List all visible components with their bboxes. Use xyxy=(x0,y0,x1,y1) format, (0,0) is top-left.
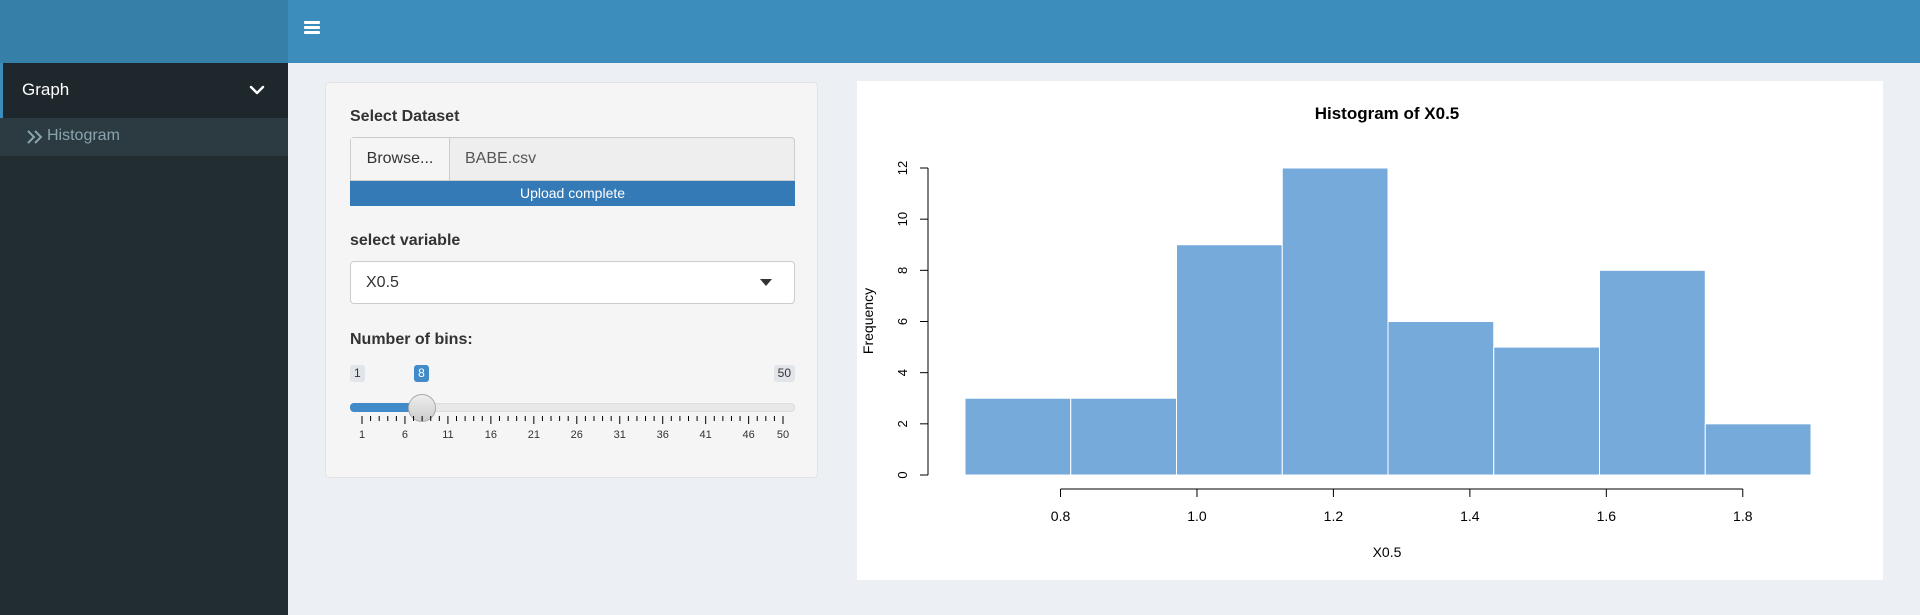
histogram-bar xyxy=(1599,269,1706,476)
dataset-label: Select Dataset xyxy=(350,108,460,125)
y-tick-label: 2 xyxy=(895,420,910,427)
histogram-chart: Histogram of X0.5 0 2 4 6 8 10 12 Frequency 0.8 1.… xyxy=(860,104,1812,560)
y-tick-label: 8 xyxy=(895,267,910,274)
slider-tick-label: 36 xyxy=(657,429,669,441)
sidebar-item-label: Histogram xyxy=(47,127,120,144)
slider-tick-label: 16 xyxy=(485,429,497,441)
slider-min-label: 1 xyxy=(350,365,365,382)
browse-button[interactable]: Browse... xyxy=(351,138,450,180)
sidebar-toggle-icon[interactable] xyxy=(304,21,324,41)
bins-label: Number of bins: xyxy=(350,331,473,348)
slider-tick-label: 46 xyxy=(743,429,755,441)
file-input: Browse... BABE.csv xyxy=(350,137,795,181)
histogram-bar xyxy=(1070,397,1177,476)
slider-tick-label: 6 xyxy=(402,429,408,441)
slider-tick-label: 41 xyxy=(700,429,712,441)
double-angle-right-icon xyxy=(27,130,43,144)
bins-slider[interactable]: 1 8 50 1 6 11 16 21 26 31 36 41 46 50 xyxy=(350,358,795,441)
sidebar-item-graph[interactable]: Graph xyxy=(0,63,288,118)
variable-select-value: X0.5 xyxy=(366,274,399,291)
caret-down-icon xyxy=(760,279,772,286)
slider-tick-label: 50 xyxy=(777,429,789,441)
x-tick-label: 0.8 xyxy=(1051,508,1071,524)
y-tick-label: 0 xyxy=(895,471,910,478)
logo-area xyxy=(0,0,288,63)
y-tick-label: 6 xyxy=(895,318,910,325)
histogram-bar xyxy=(1387,321,1495,476)
slider-ticks: 1 6 11 16 21 26 31 36 41 46 50 xyxy=(359,416,789,441)
input-panel: Select Dataset Browse... BABE.csv Upload… xyxy=(325,82,818,478)
chevron-down-icon xyxy=(249,85,265,95)
slider-tick-label: 26 xyxy=(571,429,583,441)
histogram-bar xyxy=(1281,167,1389,476)
y-tick-label: 12 xyxy=(895,161,910,175)
histogram-bar xyxy=(1176,244,1283,476)
x-axis-label: X0.5 xyxy=(1373,544,1402,560)
x-tick-label: 1.8 xyxy=(1733,508,1753,524)
slider-tick-label: 1 xyxy=(359,429,365,441)
sidebar-item-histogram[interactable]: Histogram xyxy=(0,118,288,156)
upload-progress-bar: Upload complete xyxy=(350,181,795,206)
slider-value-label: 8 xyxy=(414,365,429,382)
x-tick-label: 1.0 xyxy=(1187,508,1207,524)
variable-label: select variable xyxy=(350,232,461,249)
sidebar: Graph Histogram xyxy=(0,63,288,615)
x-tick-label: 1.6 xyxy=(1597,508,1617,524)
sidebar-item-label: Graph xyxy=(22,80,70,99)
y-axis-label: Frequency xyxy=(860,288,876,354)
top-navbar xyxy=(288,0,1920,63)
file-name-field[interactable]: BABE.csv xyxy=(465,150,536,168)
x-tick-label: 1.2 xyxy=(1324,508,1344,524)
slider-tick-label: 21 xyxy=(528,429,540,441)
histogram-plot: Histogram of X0.5 0 2 4 6 8 10 12 Frequency 0.8 1.… xyxy=(857,81,1883,580)
histogram-bar xyxy=(964,397,1072,476)
x-tick-label: 1.4 xyxy=(1460,508,1480,524)
chart-title: Histogram of X0.5 xyxy=(1315,104,1460,123)
y-tick-label: 10 xyxy=(895,212,910,226)
slider-tick-label: 31 xyxy=(614,429,626,441)
histogram-bar xyxy=(1493,346,1600,476)
y-tick-label: 4 xyxy=(895,369,910,376)
slider-tick-label: 11 xyxy=(442,429,453,441)
slider-max-label: 50 xyxy=(773,365,795,382)
histogram-bar xyxy=(1704,423,1812,476)
variable-select[interactable]: X0.5 xyxy=(350,261,795,304)
